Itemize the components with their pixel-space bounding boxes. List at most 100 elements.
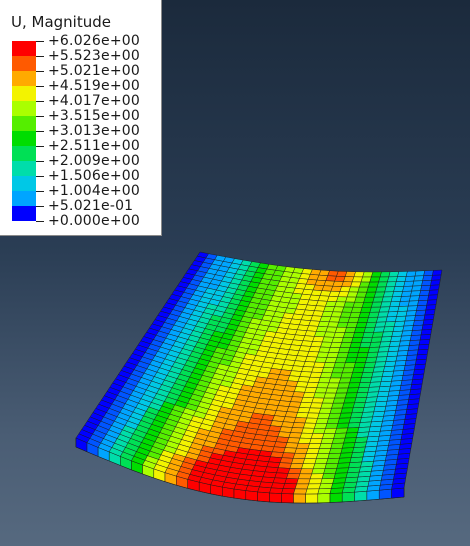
model-viewport[interactable]: [0, 0, 470, 546]
mesh-element: [345, 392, 358, 399]
mesh-element: [310, 433, 325, 439]
mesh-element: [363, 361, 376, 368]
mesh-element: [304, 453, 319, 459]
mesh-element: [366, 316, 379, 323]
mesh-element: [305, 488, 320, 495]
mesh-element: [395, 276, 407, 282]
mesh-element: [419, 334, 432, 341]
mesh-element: [365, 356, 378, 363]
mesh-element: [337, 417, 351, 424]
mesh-element: [341, 486, 356, 494]
mesh-element: [394, 360, 407, 367]
mesh-element: [295, 381, 309, 388]
mesh-element: [308, 407, 322, 414]
mesh-element: [418, 294, 429, 301]
mesh-element: [319, 443, 333, 449]
mesh-element: [327, 321, 340, 328]
mesh-element: [354, 436, 369, 443]
mesh-element: [367, 386, 381, 393]
mesh-element: [308, 346, 321, 353]
mesh-element: [245, 485, 260, 493]
mesh-element: [331, 367, 345, 374]
mesh-element: [360, 337, 373, 343]
mesh-element: [307, 443, 322, 449]
mesh-element: [422, 275, 433, 281]
edge-element: [269, 492, 282, 503]
mesh-element: [333, 362, 346, 369]
mesh-element: [405, 310, 417, 317]
mesh-element: [357, 387, 370, 393]
mesh-element: [413, 319, 425, 326]
mesh-element: [343, 362, 356, 369]
mesh-element: [350, 412, 364, 419]
mesh-element: [338, 316, 351, 323]
mesh-element: [297, 473, 313, 480]
mesh-element: [387, 345, 400, 352]
mesh-element: [406, 349, 419, 356]
mesh-element: [276, 467, 291, 474]
mesh-element: [363, 326, 376, 333]
mesh-element: [318, 346, 331, 353]
mesh-element: [362, 366, 375, 373]
mesh-element: [414, 270, 425, 277]
mesh-element: [402, 325, 414, 332]
mesh-element: [314, 356, 328, 363]
mesh-element: [393, 365, 406, 372]
mesh-element: [381, 370, 394, 377]
mesh-element: [391, 330, 403, 337]
mesh-element: [431, 274, 442, 281]
mesh-element: [325, 423, 339, 429]
mesh-element: [325, 326, 338, 333]
mesh-element: [346, 352, 359, 359]
mesh-element: [417, 344, 430, 351]
mesh-element: [348, 286, 360, 293]
mesh-element: [292, 452, 307, 459]
mesh-element: [294, 483, 310, 490]
mesh-element: [340, 372, 353, 379]
mesh-element: [313, 361, 326, 368]
mesh-element: [405, 270, 417, 277]
mesh-element: [337, 382, 350, 389]
mesh-element: [333, 432, 347, 439]
mesh-element: [372, 366, 385, 373]
mesh-element: [288, 432, 303, 439]
mesh-element: [397, 345, 410, 352]
mesh-element: [320, 341, 333, 348]
mesh-element: [334, 392, 347, 399]
mesh-element: [302, 392, 316, 399]
mesh-element: [346, 427, 360, 434]
mesh-element: [323, 392, 337, 399]
edge-element: [245, 490, 258, 502]
mesh-element: [400, 335, 412, 342]
mesh-element: [306, 351, 320, 358]
mesh-element: [334, 427, 349, 434]
mesh-element: [296, 442, 310, 449]
mesh-element: [336, 352, 349, 359]
mesh-element: [342, 332, 355, 338]
mesh-element: [367, 281, 379, 288]
mesh-element: [314, 387, 328, 394]
mesh-element: [326, 417, 340, 424]
mesh-element: [328, 377, 342, 384]
mesh-element: [413, 275, 424, 282]
mesh-element: [313, 392, 326, 399]
mesh-element: [331, 337, 344, 343]
mesh-element: [297, 376, 311, 383]
mesh-element: [300, 340, 313, 347]
mesh-element: [365, 396, 378, 403]
mesh-element: [304, 417, 318, 424]
mesh-element: [289, 463, 304, 469]
mesh-element: [423, 314, 435, 321]
mesh-element: [326, 457, 340, 464]
mesh-element: [401, 330, 413, 337]
mesh-element: [293, 488, 308, 495]
mesh-element: [293, 386, 307, 393]
mesh-element: [331, 402, 345, 409]
mesh-element: [311, 366, 324, 373]
mesh-element: [352, 402, 366, 409]
mesh-element: [360, 276, 372, 283]
mesh-element: [270, 482, 286, 489]
mesh-element: [359, 376, 373, 383]
mesh-element: [348, 417, 362, 424]
mesh-element: [391, 482, 406, 490]
